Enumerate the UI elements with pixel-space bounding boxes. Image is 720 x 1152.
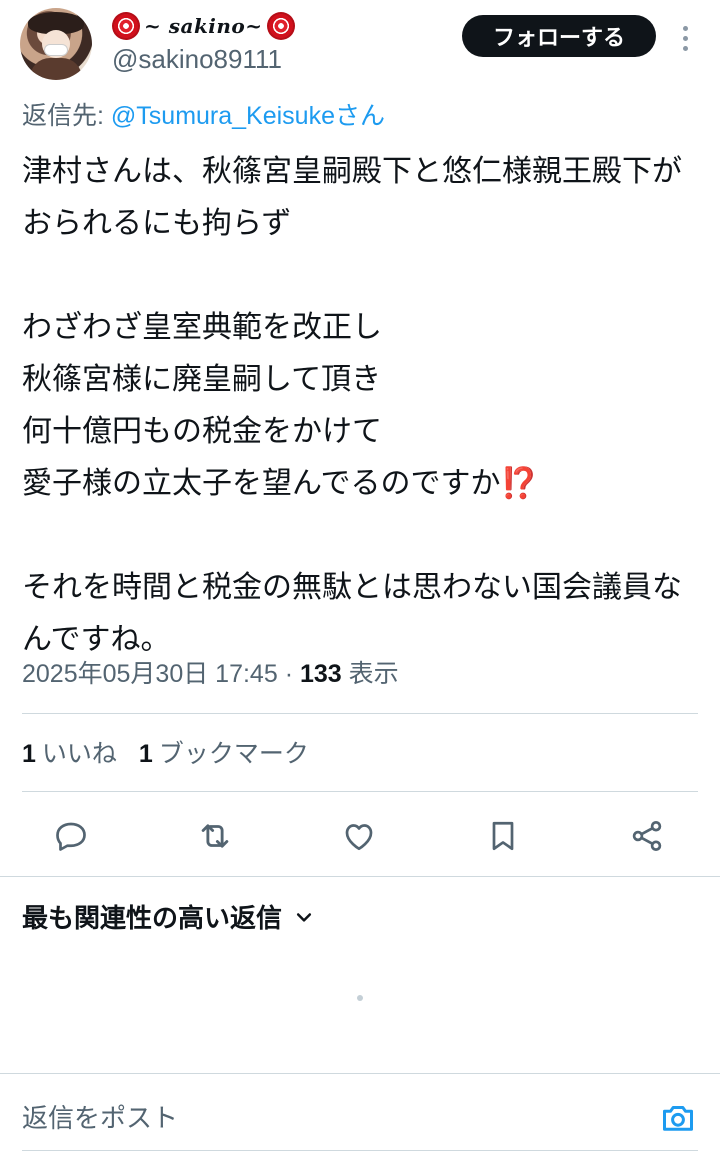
divider	[22, 791, 698, 792]
reply-compose-input[interactable]: 返信をポスト	[22, 1098, 178, 1135]
reply-to-line: 返信先: @Tsumura_Keisukeさん	[22, 96, 385, 132]
tweet-meta: 2025年05月30日 17:45 · 133 表示	[22, 654, 399, 690]
bookmarks-label: ブックマーク	[158, 740, 309, 768]
timestamp[interactable]: 2025年05月30日 17:45	[22, 660, 278, 688]
divider	[22, 1150, 698, 1151]
views-count: 133	[299, 660, 342, 688]
tweet-paragraph-3: それを時間と税金の無駄とは思わない国会議員なんですね。	[22, 570, 682, 657]
tweet-header: ~ sakino~ @sakino89111 フォローする	[0, 0, 720, 90]
tweet-paragraph-1: 津村さんは、秋篠宮皇嗣殿下と悠仁様親王殿下がおられるにも拘らず	[22, 154, 682, 241]
retweet-icon[interactable]	[193, 814, 237, 858]
sort-label: 最も関連性の高い返信	[22, 904, 283, 934]
avatar-body	[30, 58, 82, 80]
rose-emoji-icon	[112, 12, 140, 40]
divider	[0, 1073, 720, 1074]
user-handle[interactable]: @sakino89111	[112, 44, 282, 75]
bookmarks-count: 1	[138, 740, 153, 768]
likes-stat[interactable]: 1 いいね	[22, 734, 117, 770]
likes-label: いいね	[41, 740, 117, 768]
loading-indicator	[357, 995, 363, 1001]
engagement-stats: 1 いいね 1 ブックマーク	[22, 734, 309, 770]
reply-sort-dropdown[interactable]: 最も関連性の高い返信	[22, 898, 314, 935]
bookmarks-stat[interactable]: 1 ブックマーク	[139, 734, 309, 770]
reply-to-mention[interactable]: @Tsumura_Keisukeさん	[111, 102, 385, 130]
tweet-text: 津村さんは、秋篠宮皇嗣殿下と悠仁様親王殿下がおられるにも拘らず わざわざ皇室典範…	[22, 146, 702, 666]
camera-icon[interactable]	[660, 1100, 696, 1136]
bookmark-icon[interactable]	[481, 814, 525, 858]
mention-suffix[interactable]: さん	[335, 102, 385, 130]
more-options-icon[interactable]	[670, 20, 700, 56]
mention-handle[interactable]: @Tsumura_Keisuke	[111, 102, 335, 130]
like-icon[interactable]	[337, 814, 381, 858]
chevron-down-icon	[296, 912, 312, 922]
meta-separator: ·	[277, 660, 300, 688]
display-name-row[interactable]: ~ sakino~	[112, 8, 295, 44]
more-dot	[682, 25, 688, 31]
follow-button[interactable]: フォローする	[462, 15, 656, 57]
exclamation-question-emoji-icon: ⁉️	[500, 466, 538, 501]
divider	[0, 876, 720, 877]
more-dot	[682, 35, 688, 41]
display-name[interactable]: ~ sakino~	[144, 14, 263, 38]
rose-emoji-icon	[266, 12, 295, 40]
reply-icon[interactable]	[49, 814, 93, 858]
action-bar	[0, 806, 720, 864]
reply-to-prefix: 返信先:	[22, 102, 111, 130]
share-icon[interactable]	[625, 814, 669, 858]
avatar-mask	[44, 44, 68, 56]
views-label: 表示	[341, 660, 399, 688]
avatar[interactable]	[20, 8, 92, 80]
tweet-paragraph-2: わざわざ皇室典範を改正し 秋篠宮様に廃皇嗣して頂き 何十億円もの税金をかけて 愛…	[22, 310, 501, 501]
divider	[22, 713, 698, 714]
more-dot	[682, 45, 688, 51]
likes-count: 1	[22, 740, 36, 768]
